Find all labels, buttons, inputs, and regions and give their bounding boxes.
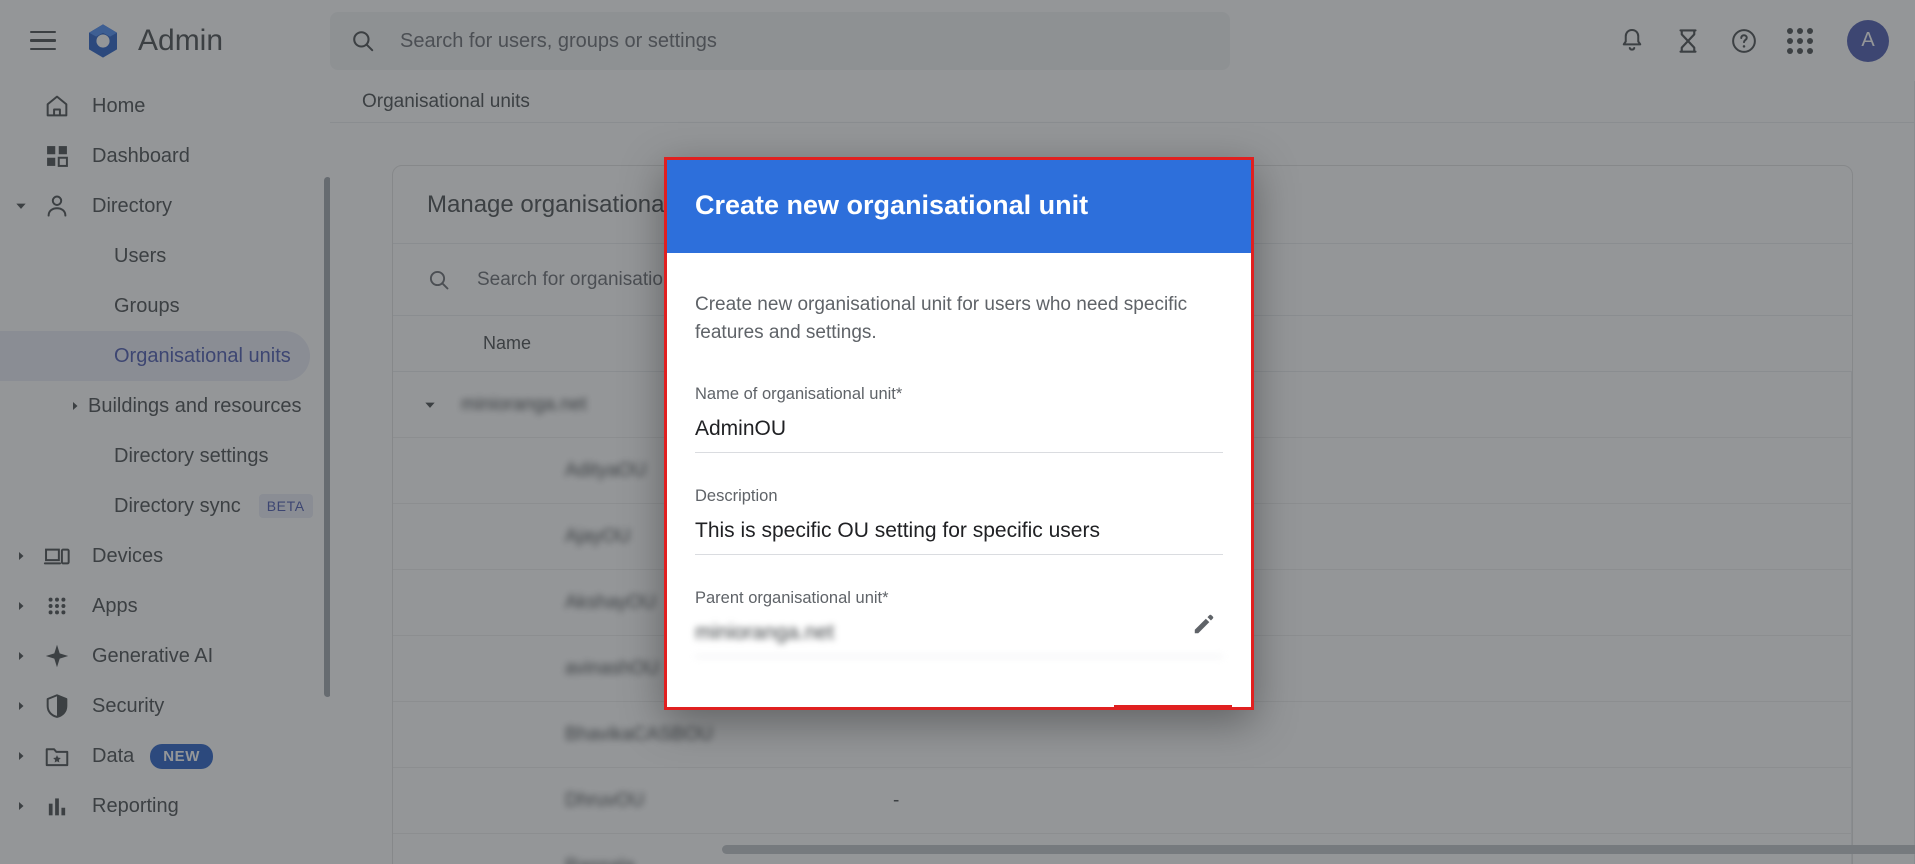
create-ou-dialog-wrapper: Create new organisational unit Create ne… [664, 157, 1254, 710]
ou-name-field: Name of organisational unit* AdminOU [695, 385, 1223, 454]
parent-ou-value: minioranga.net [695, 621, 1223, 658]
pencil-icon[interactable] [1191, 611, 1217, 637]
ou-description-input[interactable]: This is specific OU setting for specific… [695, 519, 1223, 556]
ou-name-label: Name of organisational unit* [695, 385, 903, 404]
dialog-footer: CANCEL CREATE [664, 691, 1254, 710]
admin-console-page: Admin Search for users, groups or settin… [0, 0, 1915, 864]
create-ou-dialog: Create new organisational unit Create ne… [664, 157, 1254, 710]
create-button[interactable]: CREATE [1117, 708, 1229, 710]
dialog-description: Create new organisational unit for users… [695, 294, 1188, 344]
dialog-body: Create new organisational unit for users… [664, 253, 1254, 691]
ou-name-input[interactable]: AdminOU [695, 417, 1223, 454]
create-button-highlight: CREATE [1113, 704, 1232, 710]
dialog-header: Create new organisational unit [664, 157, 1254, 253]
ou-description-field: Description This is specific OU setting … [695, 487, 1223, 556]
parent-ou-label: Parent organisational unit* [695, 589, 889, 608]
dialog-title: Create new organisational unit [695, 189, 1089, 220]
parent-ou-field: Parent organisational unit* minioranga.n… [695, 589, 1223, 658]
ou-description-label: Description [695, 487, 778, 506]
cancel-button[interactable]: CANCEL [992, 708, 1106, 710]
